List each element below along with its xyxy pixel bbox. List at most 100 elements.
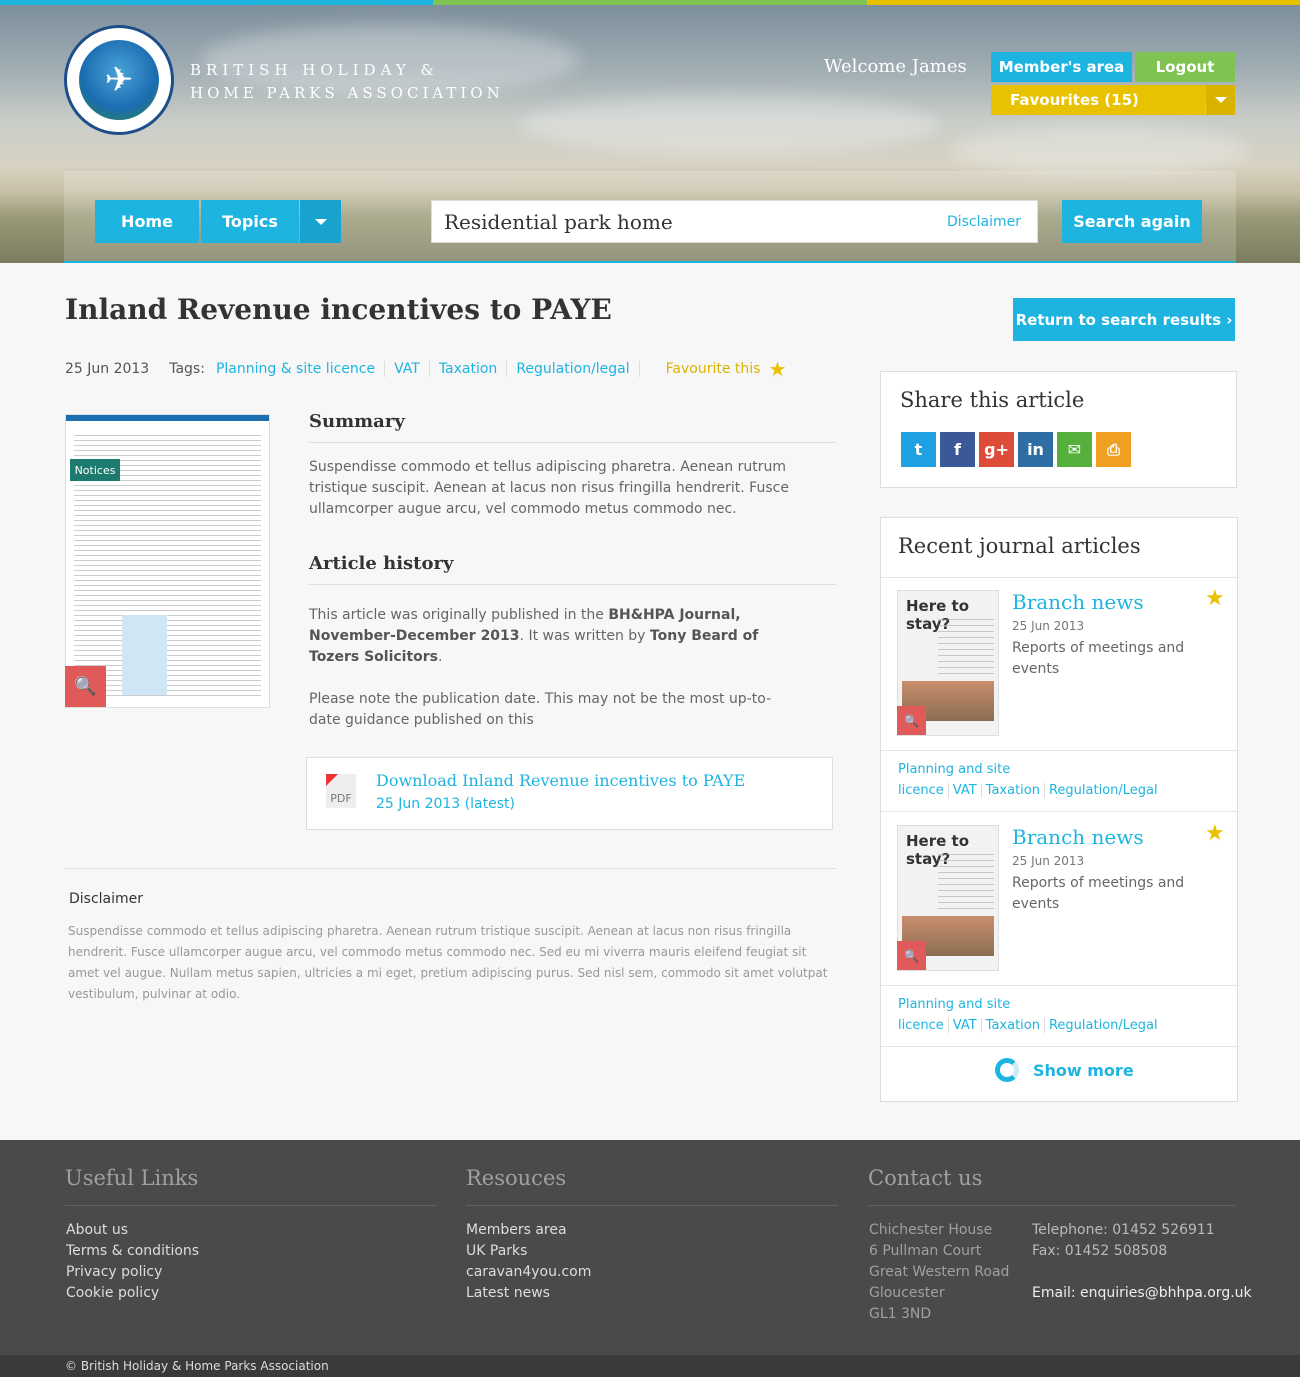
footer-link-caravan4you[interactable]: caravan4you.com [466, 1262, 591, 1283]
address-line: Gloucester [869, 1285, 945, 1301]
resources-heading: Resouces [466, 1166, 567, 1190]
divider [881, 1046, 1237, 1047]
divider [881, 577, 1237, 578]
recent-article-title[interactable]: Branch news [1012, 825, 1144, 849]
chevron-down-icon [1214, 97, 1227, 103]
contact-telephone: Telephone: 01452 526911 [1032, 1222, 1215, 1238]
footer-link-cookies[interactable]: Cookie policy [66, 1283, 199, 1304]
divider [881, 985, 1237, 986]
summary-text: Suspendisse commodo et tellus adipiscing… [309, 459, 789, 517]
divider [881, 750, 1237, 751]
zoom-thumbnail-button[interactable]: 🔍 [897, 706, 926, 735]
star-icon: ★ [768, 357, 787, 381]
download-pdf-card[interactable]: PDF Download Inland Revenue incentives t… [306, 757, 833, 830]
search-icon: 🔍 [904, 948, 919, 963]
copyright-bar: © British Holiday & Home Parks Associati… [0, 1355, 1300, 1377]
nav-home-button[interactable]: Home [95, 200, 199, 243]
recent-article-tags: Planning and site licence VAT Taxation Regu… [898, 994, 1228, 1036]
linkedin-icon[interactable]: in [1018, 432, 1053, 467]
recent-article-date: 25 Jun 2013 [1012, 854, 1085, 868]
article-title: Inland Revenue incentives to PAYE [65, 293, 612, 326]
org-name-line1: BRITISH HOLIDAY & [190, 61, 439, 79]
favourite-label: Favourite this [665, 361, 761, 377]
chevron-down-icon [314, 218, 327, 225]
star-icon[interactable]: ★ [1205, 821, 1225, 846]
print-icon[interactable]: ⎙ [1096, 432, 1131, 467]
contact-heading: Contact us [868, 1166, 983, 1190]
members-area-button[interactable]: Member's area [991, 52, 1132, 82]
recent-articles-box: Recent journal articles Here to stay? 🔍 … [880, 517, 1238, 1102]
search-icon: 🔍 [904, 713, 919, 728]
zoom-thumbnail-button[interactable]: 🔍 [897, 941, 926, 970]
site-header: ✈ BRITISH HOLIDAY & HOME PARKS ASSOCIATI… [0, 5, 1300, 263]
footer-link-uk-parks[interactable]: UK Parks [466, 1241, 591, 1262]
article-thumbnail[interactable]: Notices [65, 414, 270, 708]
recent-article-title[interactable]: Branch news [1012, 590, 1144, 614]
tag-link[interactable]: Taxation [430, 361, 508, 377]
facebook-icon[interactable]: f [940, 432, 975, 467]
favourites-dropdown-toggle[interactable] [1206, 85, 1235, 115]
search-input[interactable] [444, 209, 947, 234]
content-divider [65, 868, 836, 869]
address-line: GL1 3ND [869, 1306, 932, 1322]
history-text-part: . It was written by [519, 628, 650, 644]
download-link[interactable]: Download Inland Revenue incentives to PA… [376, 771, 745, 790]
thumbnail-text-lines [938, 854, 994, 914]
useful-links-heading: Useful Links [65, 1166, 199, 1190]
article-history-heading: Article history [309, 553, 836, 585]
footer-link-about[interactable]: About us [66, 1220, 199, 1241]
cloud-decoration [520, 95, 940, 155]
article-meta: 25 Jun 2013 Tags: Planning & site licenc… [65, 357, 786, 381]
footer-link-privacy[interactable]: Privacy policy [66, 1262, 199, 1283]
footer-link-latest-news[interactable]: Latest news [466, 1283, 591, 1304]
address-line: Chichester House [869, 1222, 993, 1238]
loading-spinner-icon [995, 1058, 1019, 1082]
divider [881, 811, 1237, 812]
footer-divider [868, 1205, 1235, 1206]
disclaimer-text: Suspendisse commodo et tellus adipiscing… [68, 924, 828, 1001]
recent-article-date: 25 Jun 2013 [1012, 619, 1085, 633]
tag-link[interactable]: Taxation [985, 1018, 1045, 1033]
footer-divider [466, 1205, 838, 1206]
footer-link-members[interactable]: Members area [466, 1220, 591, 1241]
tag-link[interactable]: VAT [952, 783, 982, 798]
welcome-message: Welcome James [824, 56, 967, 77]
search-disclaimer-link[interactable]: Disclaimer [947, 214, 1021, 230]
search-box: Disclaimer [431, 200, 1038, 243]
tag-link[interactable]: Planning & site licence [207, 361, 386, 377]
logout-button[interactable]: Logout [1135, 52, 1235, 82]
email-icon[interactable]: ✉ [1057, 432, 1092, 467]
show-more-button[interactable]: Show more [995, 1058, 1134, 1082]
tag-link[interactable]: Regulation/Legal [1049, 1018, 1162, 1033]
topics-dropdown-toggle[interactable] [300, 200, 341, 243]
twitter-icon[interactable]: t [901, 432, 936, 467]
tag-link[interactable]: Regulation/legal [507, 361, 640, 377]
recent-article-description: Reports of meetings and events [1012, 640, 1185, 677]
tag-link[interactable]: Regulation/Legal [1049, 783, 1162, 798]
publication-note: Please note the publication date. This m… [309, 691, 772, 728]
association-logo[interactable]: ✈ [64, 25, 174, 135]
tag-link[interactable]: VAT [385, 361, 430, 377]
star-icon[interactable]: ★ [1205, 586, 1225, 611]
zoom-thumbnail-button[interactable]: 🔍 [65, 666, 106, 707]
footer-link-terms[interactable]: Terms & conditions [66, 1241, 199, 1262]
return-to-search-button[interactable]: Return to search results › [1013, 298, 1235, 341]
search-icon: 🔍 [74, 676, 97, 697]
search-again-button[interactable]: Search again [1062, 200, 1202, 243]
favourites-button[interactable]: Favourites (15) [991, 85, 1205, 115]
share-heading: Share this article [900, 388, 1085, 412]
nav-topics-button[interactable]: Topics [201, 200, 299, 243]
article-history-text: This article was originally published in… [309, 605, 759, 668]
thumbnail-header-bar [66, 415, 269, 421]
google-plus-icon[interactable]: g+ [979, 432, 1014, 467]
tag-link[interactable]: Taxation [985, 783, 1045, 798]
contact-address: Chichester House 6 Pullman Court Great W… [869, 1220, 1009, 1325]
footer-divider [65, 1205, 437, 1206]
tag-link[interactable]: VAT [952, 1018, 982, 1033]
favourite-this-link[interactable]: Favourite this ★ [666, 357, 787, 381]
main-content: Inland Revenue incentives to PAYE Return… [0, 263, 1300, 1140]
history-text-part: This article was originally published in… [309, 607, 609, 623]
contact-email[interactable]: Email: enquiries@bhhpa.org.uk [1032, 1283, 1252, 1304]
recent-article-description: Reports of meetings and events [1012, 875, 1185, 912]
cloud-decoration [950, 125, 1250, 175]
